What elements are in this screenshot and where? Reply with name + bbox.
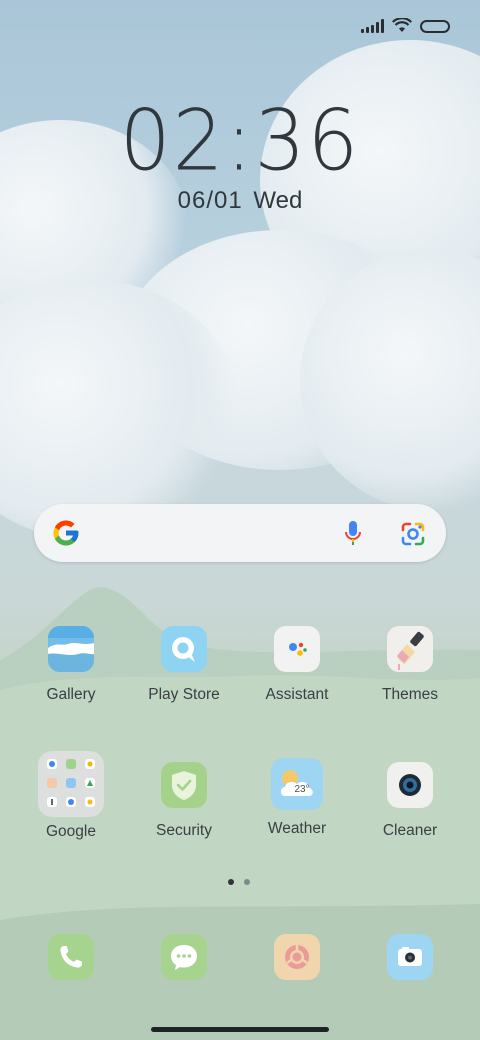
signal-icon xyxy=(361,19,384,33)
battery-icon xyxy=(420,19,450,33)
app-gallery[interactable]: Gallery xyxy=(15,626,127,704)
camera-icon xyxy=(387,934,433,980)
app-play-store[interactable]: Play Store xyxy=(128,626,240,704)
app-cleaner[interactable]: Cleaner xyxy=(354,762,466,840)
gallery-icon xyxy=(48,626,94,672)
weather-temperature: 23° xyxy=(294,784,309,795)
app-label: Assistant xyxy=(265,686,329,703)
gesture-navigation-bar[interactable] xyxy=(151,1027,329,1032)
app-label: Weather xyxy=(267,820,327,837)
themes-brush-icon xyxy=(387,626,433,672)
phone-icon xyxy=(48,934,94,980)
google-folder-icon xyxy=(38,751,104,817)
play-store-icon xyxy=(161,626,207,672)
app-label: Play Store xyxy=(148,686,220,703)
app-label: Google xyxy=(46,823,96,840)
date[interactable]: 06/01 Wed xyxy=(0,187,480,215)
app-label: Gallery xyxy=(46,686,96,703)
dock-messages[interactable] xyxy=(128,934,240,980)
dock-camera[interactable] xyxy=(354,934,466,980)
google-lens-icon[interactable] xyxy=(400,521,426,547)
weather-icon: 23° xyxy=(271,758,323,810)
date-day: 06/01 xyxy=(177,187,243,214)
clock-time: 02:36 xyxy=(119,91,361,190)
messages-icon xyxy=(161,934,207,980)
app-security[interactable]: Security xyxy=(128,762,240,840)
app-label: Cleaner xyxy=(382,822,438,839)
page-dot[interactable] xyxy=(244,879,250,885)
status-bar xyxy=(361,14,450,38)
cleaner-icon xyxy=(387,762,433,808)
clock[interactable]: 02:36 xyxy=(0,91,480,190)
page-dot-active[interactable] xyxy=(228,879,234,885)
app-weather[interactable]: 23° Weather xyxy=(241,758,353,838)
app-label: Themes xyxy=(382,686,438,703)
page-indicator[interactable] xyxy=(228,879,250,885)
google-g-icon xyxy=(53,520,79,546)
date-weekday: Wed xyxy=(253,187,303,214)
app-google-folder[interactable]: Google xyxy=(15,751,127,841)
assistant-icon xyxy=(274,626,320,672)
app-assistant[interactable]: Assistant xyxy=(241,626,353,704)
dock-phone[interactable] xyxy=(15,934,127,980)
microphone-icon[interactable] xyxy=(344,520,362,548)
app-label: Security xyxy=(156,822,212,839)
wifi-icon xyxy=(392,18,412,32)
google-search-bar[interactable] xyxy=(34,504,446,562)
browser-icon xyxy=(274,934,320,980)
app-themes[interactable]: Themes xyxy=(354,626,466,704)
security-shield-icon xyxy=(161,762,207,808)
dock-browser[interactable] xyxy=(241,934,353,980)
